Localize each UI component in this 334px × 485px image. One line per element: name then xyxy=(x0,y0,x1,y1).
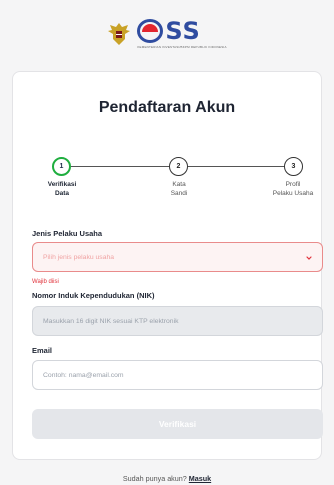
verify-button[interactable]: Verifikasi xyxy=(32,409,323,439)
garuda-emblem-icon xyxy=(108,23,131,45)
email-label: Email xyxy=(32,346,53,355)
step-1-label-line1: Verifikasi xyxy=(47,181,77,188)
step-3-label-line2: Pelaku Usaha xyxy=(272,189,314,197)
login-prompt: Sudah punya akun? Masuk xyxy=(0,474,334,483)
login-link[interactable]: Masuk xyxy=(189,474,211,483)
step-2-label-line2: Sandi xyxy=(170,189,188,197)
business-type-error: Wajib diisi xyxy=(32,279,59,285)
app-header: SS KEMENTERIAN INVESTASI/BKPM REPUBLIK I… xyxy=(0,0,334,62)
nik-placeholder: Masukkan 16 digit NIK sesuai KTP elektro… xyxy=(43,317,179,325)
nik-input[interactable]: Masukkan 16 digit NIK sesuai KTP elektro… xyxy=(32,306,323,336)
step-3-label-line1: Profil xyxy=(285,181,301,188)
page-title: Pendaftaran Akun xyxy=(98,99,236,116)
oss-logo: SS KEMENTERIAN INVESTASI/BKPM REPUBLIK I… xyxy=(137,19,226,49)
business-type-select[interactable]: Pilih jenis pelaku usaha xyxy=(32,242,323,272)
oss-logo-text: SS xyxy=(137,19,201,43)
oss-o-icon xyxy=(137,19,164,43)
chevron-down-icon xyxy=(306,256,312,260)
nik-label: Nomor Induk Kependudukan (NIK) xyxy=(32,291,155,300)
step-3-label: Profil Pelaku Usaha xyxy=(262,181,324,198)
step-2-indicator: 2 xyxy=(169,157,188,176)
registration-card: Pendaftaran Akun 1 2 3 Verifikasi Data K… xyxy=(12,71,323,460)
login-question: Sudah punya akun? xyxy=(122,474,187,483)
step-1-indicator: 1 xyxy=(52,157,71,176)
email-placeholder: Contoh: nama@email.com xyxy=(43,371,124,379)
business-type-label: Jenis Pelaku Usaha xyxy=(32,229,103,238)
stepper-connector xyxy=(188,166,293,167)
step-1-label: Verifikasi Data xyxy=(32,181,92,198)
step-2-label: Kata Sandi xyxy=(149,181,209,198)
step-2-label-line1: Kata xyxy=(172,181,186,188)
step-3-indicator: 3 xyxy=(284,157,303,176)
registration-stepper: 1 2 3 Verifikasi Data Kata Sandi Profil … xyxy=(13,155,321,205)
email-input[interactable]: Contoh: nama@email.com xyxy=(32,360,323,390)
step-1-label-line2: Data xyxy=(54,189,70,197)
oss-tagline: KEMENTERIAN INVESTASI/BKPM REPUBLIK INDO… xyxy=(137,45,227,49)
business-type-placeholder: Pilih jenis pelaku usaha xyxy=(43,253,115,261)
stepper-connector xyxy=(71,166,169,167)
oss-brand-letters: SS xyxy=(165,17,201,45)
